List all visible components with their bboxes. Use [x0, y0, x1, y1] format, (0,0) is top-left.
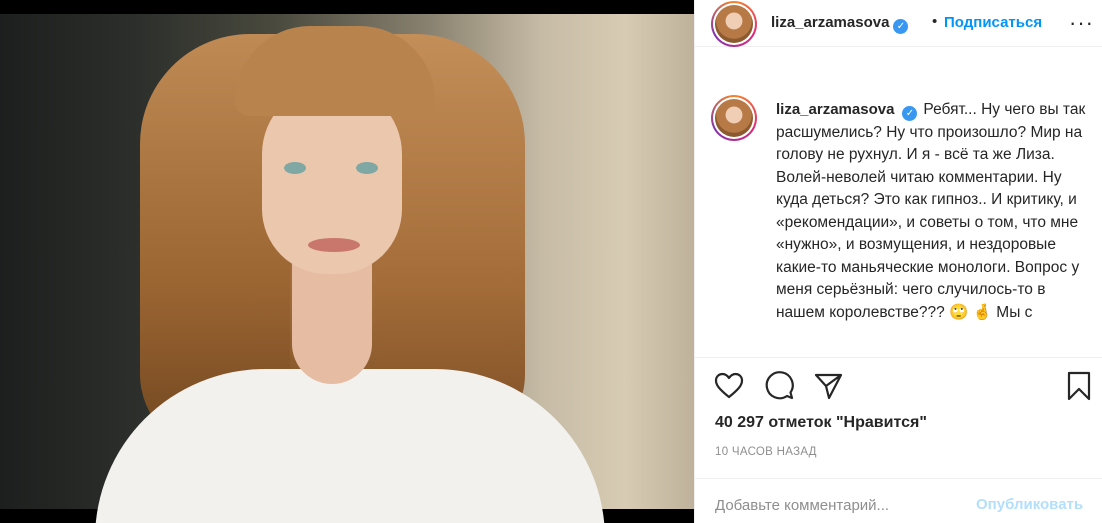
caption-text: liza_arzamasova ✓ Ребят... Ну чего вы так …	[776, 99, 1086, 324]
photo-eye-left	[284, 162, 306, 174]
photo-eye-right	[356, 162, 378, 174]
username-link[interactable]: liza_arzamasova	[771, 14, 889, 31]
caption-body: Ребят... Ну чего вы так расшумелись? Ну …	[776, 101, 1086, 321]
caption-area: liza_arzamasova ✓ Ребят... Ну чего вы так …	[695, 72, 1102, 356]
comment-input[interactable]	[715, 494, 965, 516]
header-user: liza_arzamasova ✓	[771, 14, 909, 34]
likes-count[interactable]: 40 297 отметок "Нравится"	[715, 414, 927, 432]
action-bar	[695, 366, 1102, 408]
post-sidebar: liza_arzamasova ✓ • Подписаться ··· liza_…	[695, 0, 1102, 523]
comment-bar: Опубликовать	[695, 484, 1102, 523]
share-icon[interactable]	[812, 370, 844, 402]
comment-divider	[695, 478, 1102, 479]
bookmark-icon[interactable]	[1063, 370, 1095, 402]
caption-username-link[interactable]: liza_arzamasova	[776, 101, 894, 118]
avatar-image	[715, 5, 753, 43]
caption-avatar-image	[715, 99, 753, 137]
caption-verified-icon: ✓	[902, 106, 918, 121]
follow-button[interactable]: Подписаться	[944, 14, 1042, 31]
post-photo-image	[0, 14, 694, 523]
avatar[interactable]	[711, 1, 757, 47]
more-options-icon[interactable]: ···	[1069, 10, 1094, 36]
publish-button[interactable]: Опубликовать	[976, 496, 1083, 513]
caption-avatar[interactable]	[711, 95, 757, 141]
photo-lips	[308, 238, 360, 252]
heart-icon[interactable]	[713, 370, 745, 402]
post-timestamp[interactable]: 10 ЧАСОВ НАЗАД	[715, 446, 817, 458]
avatar-ring	[713, 3, 755, 45]
separator-dot: •	[932, 13, 938, 30]
comment-icon[interactable]	[763, 370, 795, 402]
actions-divider	[695, 357, 1102, 358]
post-header: liza_arzamasova ✓ • Подписаться ···	[695, 0, 1102, 47]
caption-avatar-ring	[713, 97, 755, 139]
verified-icon: ✓	[893, 19, 909, 34]
post-photo[interactable]	[0, 0, 694, 523]
photo-neck	[292, 264, 372, 384]
